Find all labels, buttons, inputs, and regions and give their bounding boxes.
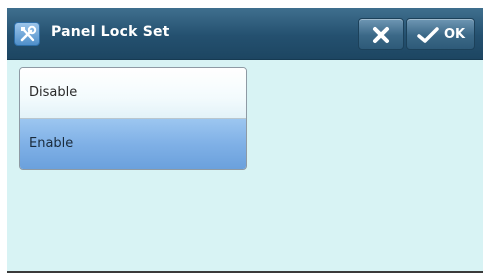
close-x-icon (373, 27, 389, 43)
option-label: Enable (29, 136, 74, 151)
page-title: Panel Lock Set (51, 24, 170, 40)
checkmark-icon (417, 27, 439, 43)
cancel-button[interactable] (358, 18, 404, 50)
option-label: Disable (29, 85, 78, 100)
option-enable[interactable]: Enable (20, 119, 246, 169)
title-bar: Panel Lock Set OK (7, 8, 483, 60)
panel-lock-set-screen: Panel Lock Set OK Disable Enable (7, 8, 483, 273)
ok-label: OK (444, 27, 466, 42)
tools-icon (14, 22, 40, 46)
option-list: Disable Enable (19, 67, 247, 170)
option-disable[interactable]: Disable (20, 68, 246, 119)
ok-button[interactable]: OK (406, 18, 475, 50)
